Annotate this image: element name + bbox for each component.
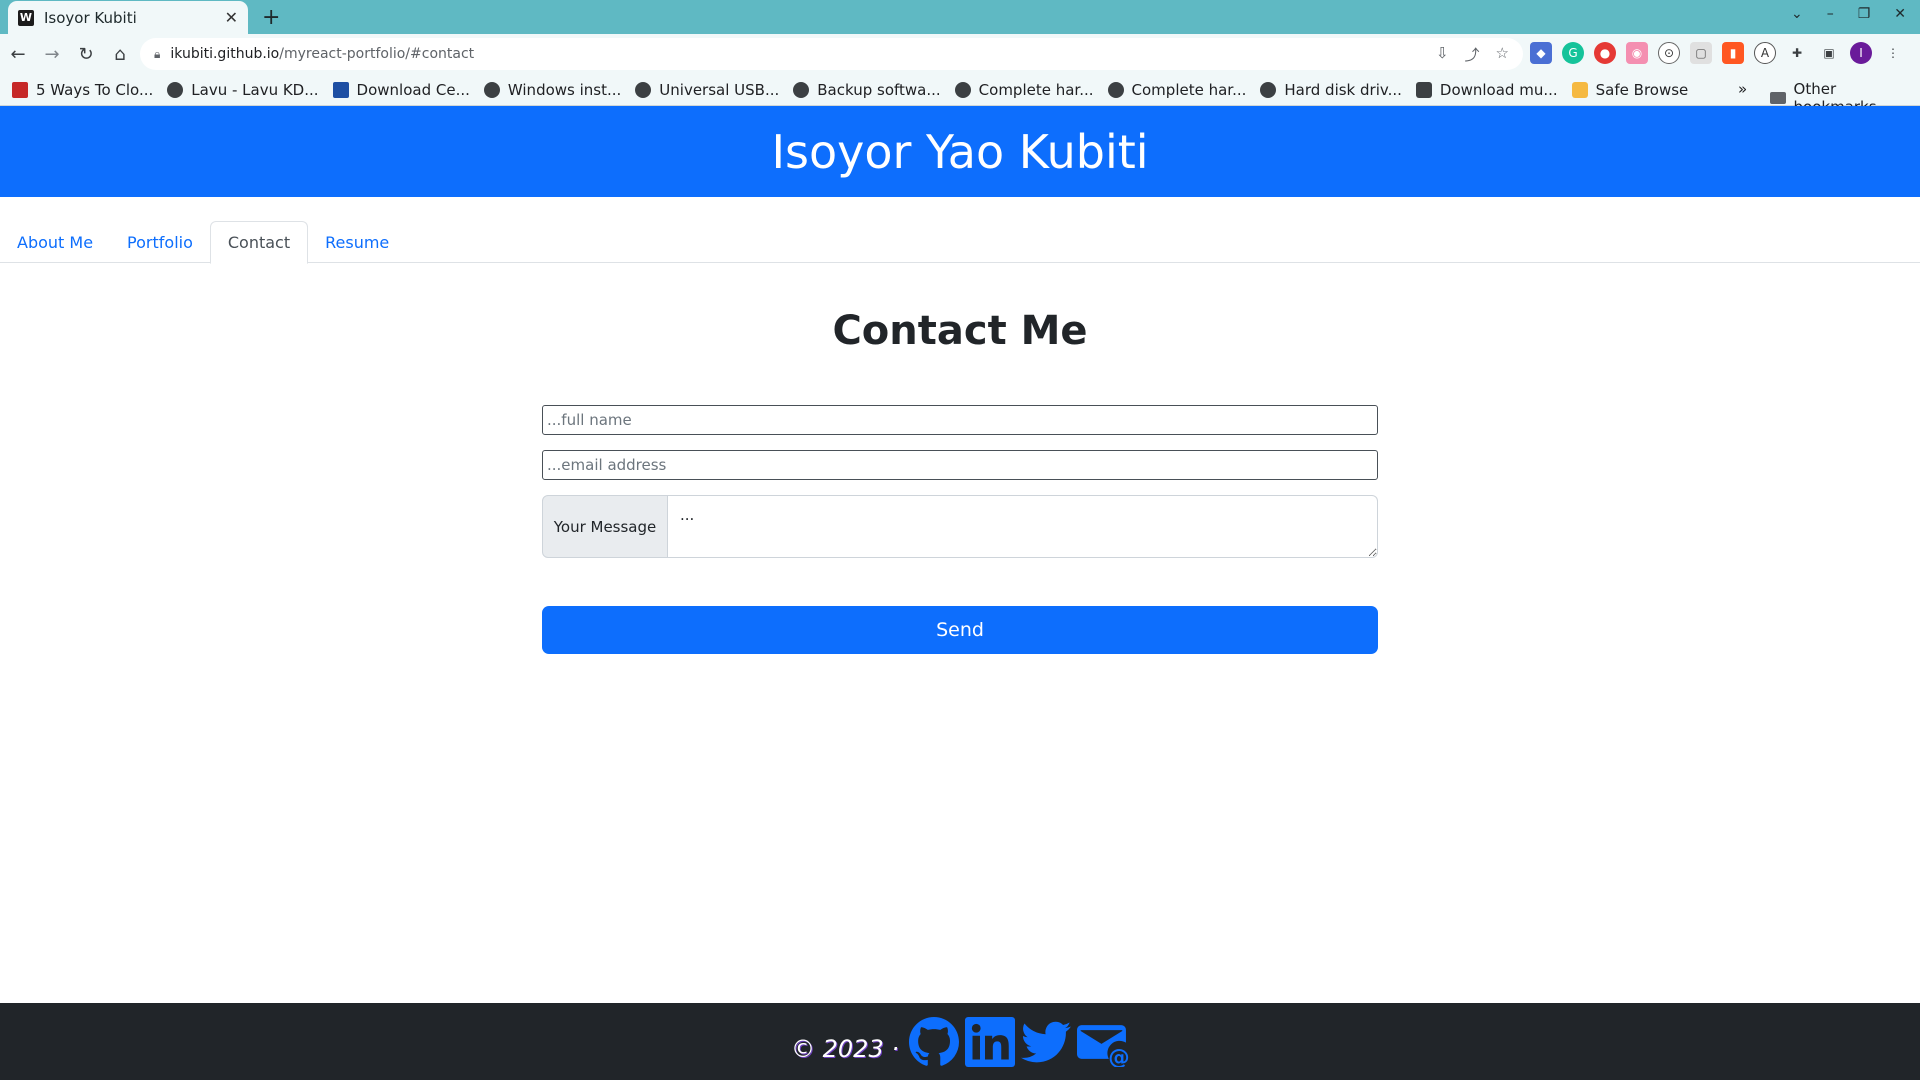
github-icon[interactable]	[908, 1016, 959, 1067]
bookmark-item[interactable]: Universal USB...	[635, 81, 779, 99]
bookmark-star-icon[interactable]: ☆	[1496, 44, 1509, 65]
social-links: @	[908, 1016, 1129, 1067]
bookmark-label: Windows inst...	[507, 80, 622, 99]
bookmark-label: Safe Browse	[1595, 80, 1689, 99]
bookmark-item[interactable]: 5 Ways To Clo...	[12, 81, 153, 99]
extension-orange-icon[interactable]: ▮	[1722, 42, 1744, 64]
nav-tabs: About Me Portfolio Contact Resume	[0, 221, 1920, 264]
footer: © 2023 · @	[0, 1003, 1920, 1080]
bookmark-item[interactable]: Hard disk driv...	[1260, 81, 1402, 99]
window-controls: ⌄ – ❐ ✕	[1791, 6, 1906, 22]
globe-icon	[1260, 81, 1277, 98]
bookmark-favicon-icon	[12, 81, 28, 98]
linkedin-icon[interactable]	[964, 1016, 1015, 1067]
send-button[interactable]: Send	[542, 606, 1378, 654]
globe-icon	[954, 81, 971, 98]
extensions-puzzle-icon[interactable]: ✚	[1786, 42, 1808, 64]
share-icon[interactable]: ⤴	[1465, 44, 1480, 65]
omnibox-actions: ⇩ ⤴ ☆	[1436, 44, 1509, 65]
globe-icon	[167, 81, 184, 98]
bookmark-label: Download Ce...	[356, 80, 470, 99]
extension-blue-icon[interactable]: ◆	[1530, 42, 1552, 64]
bookmark-label: 5 Ways To Clo...	[36, 80, 154, 99]
bookmark-label: Complete har...	[1131, 80, 1247, 99]
globe-icon	[483, 81, 500, 98]
bookmark-item[interactable]: Windows inst...	[483, 80, 622, 99]
bookmark-favicon-icon	[1415, 81, 1432, 98]
extension-grey-icon[interactable]: ▢	[1690, 42, 1712, 64]
globe-icon	[1107, 81, 1124, 98]
folder-icon	[1770, 92, 1786, 104]
reload-icon[interactable]: ↻	[70, 44, 102, 65]
new-tab-icon[interactable]: +	[262, 5, 280, 30]
extension-a-icon[interactable]: A	[1754, 42, 1776, 64]
bookmark-item[interactable]: Download mu...	[1415, 80, 1558, 99]
bookmarks-bar: 5 Ways To Clo... Lavu - Lavu KD... Downl…	[0, 74, 1920, 116]
bookmark-item[interactable]: Safe Browse	[1571, 80, 1689, 99]
bookmark-label: Universal USB...	[659, 80, 780, 99]
bookmark-item[interactable]: Backup softwa...	[793, 80, 941, 99]
address-bar[interactable]: 🔒︎ ikubiti.github.io/myreact-portfolio/#…	[140, 38, 1523, 70]
tab-resume[interactable]: Resume	[308, 221, 406, 263]
extensions-area: ◆ G ● ◉ ⊙ ▢ ▮ A ✚ ▣ I ⋮	[1530, 42, 1904, 64]
bookmark-item[interactable]: Download Ce...	[332, 80, 470, 99]
site-title: Isoyor Yao Kubiti	[771, 124, 1149, 179]
menu-kebab-icon[interactable]: ⋮	[1882, 42, 1904, 64]
bookmark-item[interactable]: Lavu - Lavu KD...	[167, 80, 319, 99]
extension-circle-icon[interactable]: ⊙	[1658, 42, 1680, 64]
message-label: Your Message	[542, 495, 668, 558]
site-header: Isoyor Yao Kubiti	[0, 106, 1920, 197]
close-tab-icon[interactable]: ✕	[225, 8, 238, 27]
restore-icon[interactable]: ❐	[1858, 6, 1871, 22]
profile-avatar[interactable]: I	[1850, 42, 1872, 64]
bookmark-label: Lavu - Lavu KD...	[191, 80, 319, 99]
back-icon[interactable]: ←	[2, 44, 34, 65]
side-panel-icon[interactable]: ▣	[1818, 42, 1840, 64]
forward-icon[interactable]: →	[36, 44, 68, 65]
svg-text:@: @	[1108, 1045, 1129, 1066]
tab-title: Isoyor Kubiti	[44, 8, 137, 27]
grammarly-icon[interactable]: G	[1562, 42, 1584, 64]
close-window-icon[interactable]: ✕	[1894, 6, 1906, 22]
home-icon[interactable]: ⌂	[104, 44, 136, 65]
bookmark-label: Complete har...	[978, 80, 1094, 99]
globe-icon	[793, 81, 810, 98]
message-textarea[interactable]	[668, 495, 1378, 558]
more-bookmarks-icon[interactable]: »	[1738, 80, 1747, 98]
bookmark-item[interactable]: Complete har...	[954, 80, 1094, 99]
bookmark-favicon-icon	[332, 81, 349, 98]
tab-contact[interactable]: Contact	[209, 221, 309, 264]
tab-about-me[interactable]: About Me	[0, 221, 110, 263]
full-name-input[interactable]	[542, 405, 1378, 435]
tab-portfolio[interactable]: Portfolio	[110, 221, 210, 263]
page-title: Contact Me	[832, 308, 1088, 354]
browser-toolbar: ← → ↻ ⌂ 🔒︎ ikubiti.github.io/myreact-por…	[0, 34, 1920, 74]
globe-icon	[635, 81, 652, 98]
extension-pink-icon[interactable]: ◉	[1626, 42, 1648, 64]
minimize-icon[interactable]: –	[1827, 6, 1834, 22]
bookmark-label: Hard disk driv...	[1284, 80, 1402, 99]
tab-strip: W Isoyor Kubiti ✕ + ⌄ – ❐ ✕	[0, 0, 1920, 34]
email-input[interactable]	[542, 450, 1378, 480]
url-host: ikubiti.github.io	[170, 46, 280, 62]
twitter-icon[interactable]	[1020, 1017, 1071, 1067]
browser-chrome: W Isoyor Kubiti ✕ + ⌄ – ❐ ✕ ← → ↻ ⌂ 🔒︎ i…	[0, 0, 1920, 116]
tab-search-icon[interactable]: ⌄	[1791, 6, 1803, 22]
bookmark-item[interactable]: Complete har...	[1107, 80, 1247, 99]
email-icon[interactable]: @	[1076, 1017, 1129, 1067]
message-group: Your Message	[542, 495, 1378, 558]
lock-icon[interactable]: 🔒︎	[154, 47, 160, 62]
copyright-text: © 2023 ·	[791, 1034, 899, 1063]
url-path: /myreact-portfolio/#contact	[279, 46, 475, 62]
browser-tab[interactable]: W Isoyor Kubiti ✕	[8, 1, 248, 34]
lock-favicon-icon	[1571, 81, 1588, 98]
bookmark-label: Download mu...	[1439, 80, 1558, 99]
bookmark-label: Backup softwa...	[817, 80, 941, 99]
favicon-icon: W	[18, 9, 34, 26]
install-icon[interactable]: ⇩	[1436, 44, 1449, 65]
extension-red-shield-icon[interactable]: ●	[1594, 42, 1616, 64]
